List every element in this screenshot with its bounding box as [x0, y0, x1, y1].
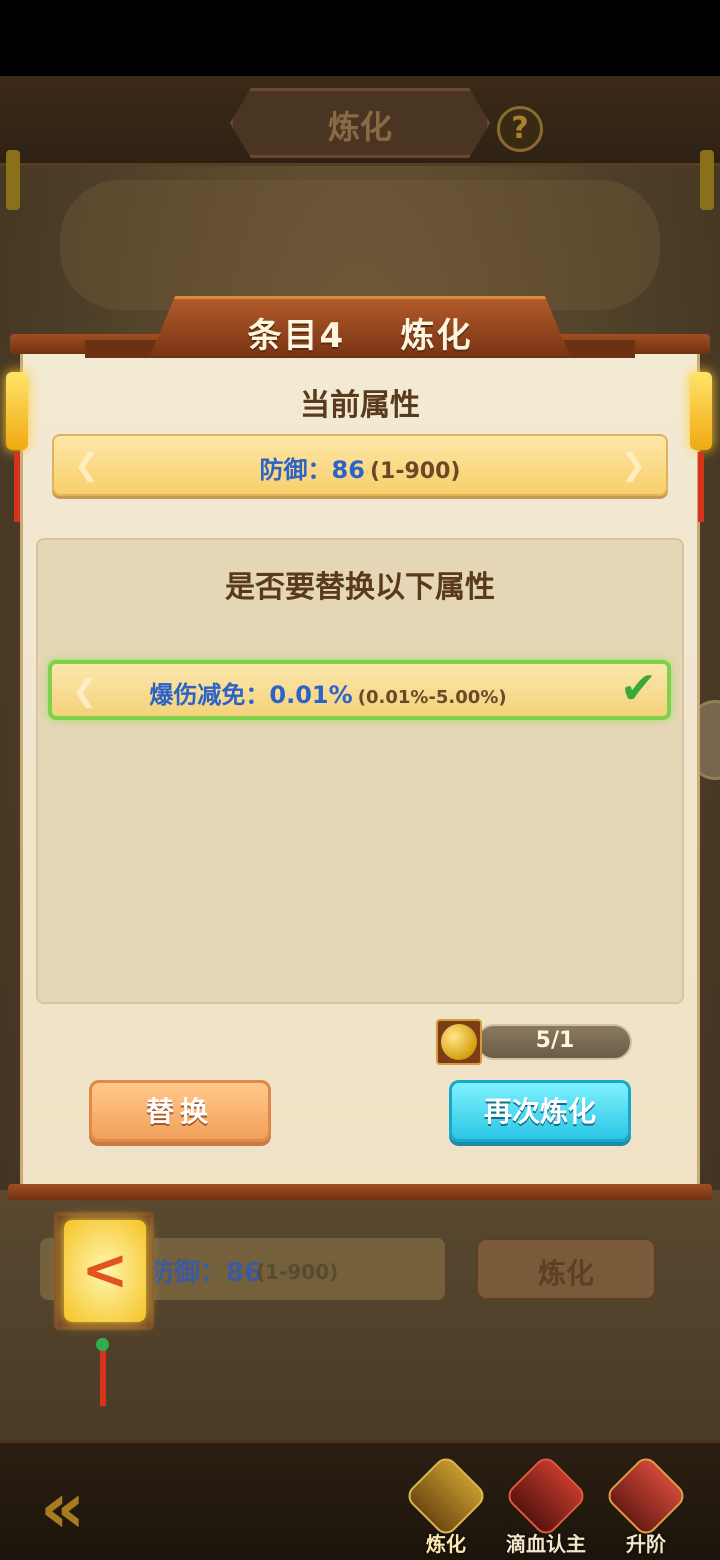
- check-icon[interactable]: ✔: [620, 664, 657, 714]
- attr-name: 爆伤减免：: [149, 681, 270, 709]
- upgrade-icon: [603, 1453, 689, 1539]
- replace-button[interactable]: 替换: [89, 1080, 271, 1142]
- nav-label: 滴血认主: [506, 1532, 586, 1556]
- nav-item-upgrade[interactable]: 升阶: [600, 1453, 692, 1556]
- attr-value: 86: [331, 456, 365, 484]
- nav-label: 炼化: [426, 1532, 466, 1556]
- nav-back-icon[interactable]: «: [40, 1473, 85, 1543]
- screen-title: 炼化: [327, 108, 392, 146]
- help-icon[interactable]: ?: [497, 106, 543, 152]
- nav-item-blood-bind[interactable]: 滴血认主: [500, 1453, 592, 1556]
- cloud-decoration: [60, 180, 660, 310]
- background-attribute-text: 防御：86: [148, 1252, 262, 1289]
- blood-drop-icon: [503, 1453, 589, 1539]
- background-refine-label: 炼化: [537, 1257, 594, 1290]
- lamp-string: [698, 452, 704, 522]
- status-bar: [0, 0, 720, 76]
- replace-panel: [36, 538, 684, 1004]
- background-attr-name: 防御：: [148, 1258, 227, 1288]
- dialog-title: 条目4 炼化: [247, 316, 473, 356]
- cost-text: 5/1: [535, 1028, 575, 1053]
- replace-question: 是否要替换以下属性: [225, 570, 495, 605]
- gold-coin-icon: [441, 1024, 477, 1060]
- current-attribute-title: 当前属性: [300, 388, 420, 423]
- nav-item-refine[interactable]: 炼化: [400, 1453, 492, 1556]
- attr-name: 防御：: [259, 456, 332, 484]
- lantern-decoration: [6, 150, 20, 210]
- refine-again-button[interactable]: 再次炼化: [449, 1080, 631, 1142]
- new-attribute-text[interactable]: 爆伤减免：0.01% (0.01%-5.00%): [48, 675, 608, 710]
- furnace-icon: [403, 1453, 489, 1539]
- attr-range: (1-900): [370, 459, 461, 484]
- lantern-decoration: [700, 150, 714, 210]
- nav-label: 升阶: [626, 1532, 666, 1556]
- back-arrow-icon[interactable]: <: [64, 1236, 146, 1306]
- lamp-string: [14, 452, 20, 522]
- background-attr-range: (1-900): [256, 1260, 339, 1284]
- current-attribute-text: 防御：86 (1-900): [52, 450, 668, 485]
- lantern-bead: [96, 1338, 109, 1351]
- dialog-bottom-rod: [8, 1184, 712, 1200]
- attr-range: (0.01%-5.00%): [357, 687, 507, 708]
- attr-value: 0.01%: [269, 681, 353, 709]
